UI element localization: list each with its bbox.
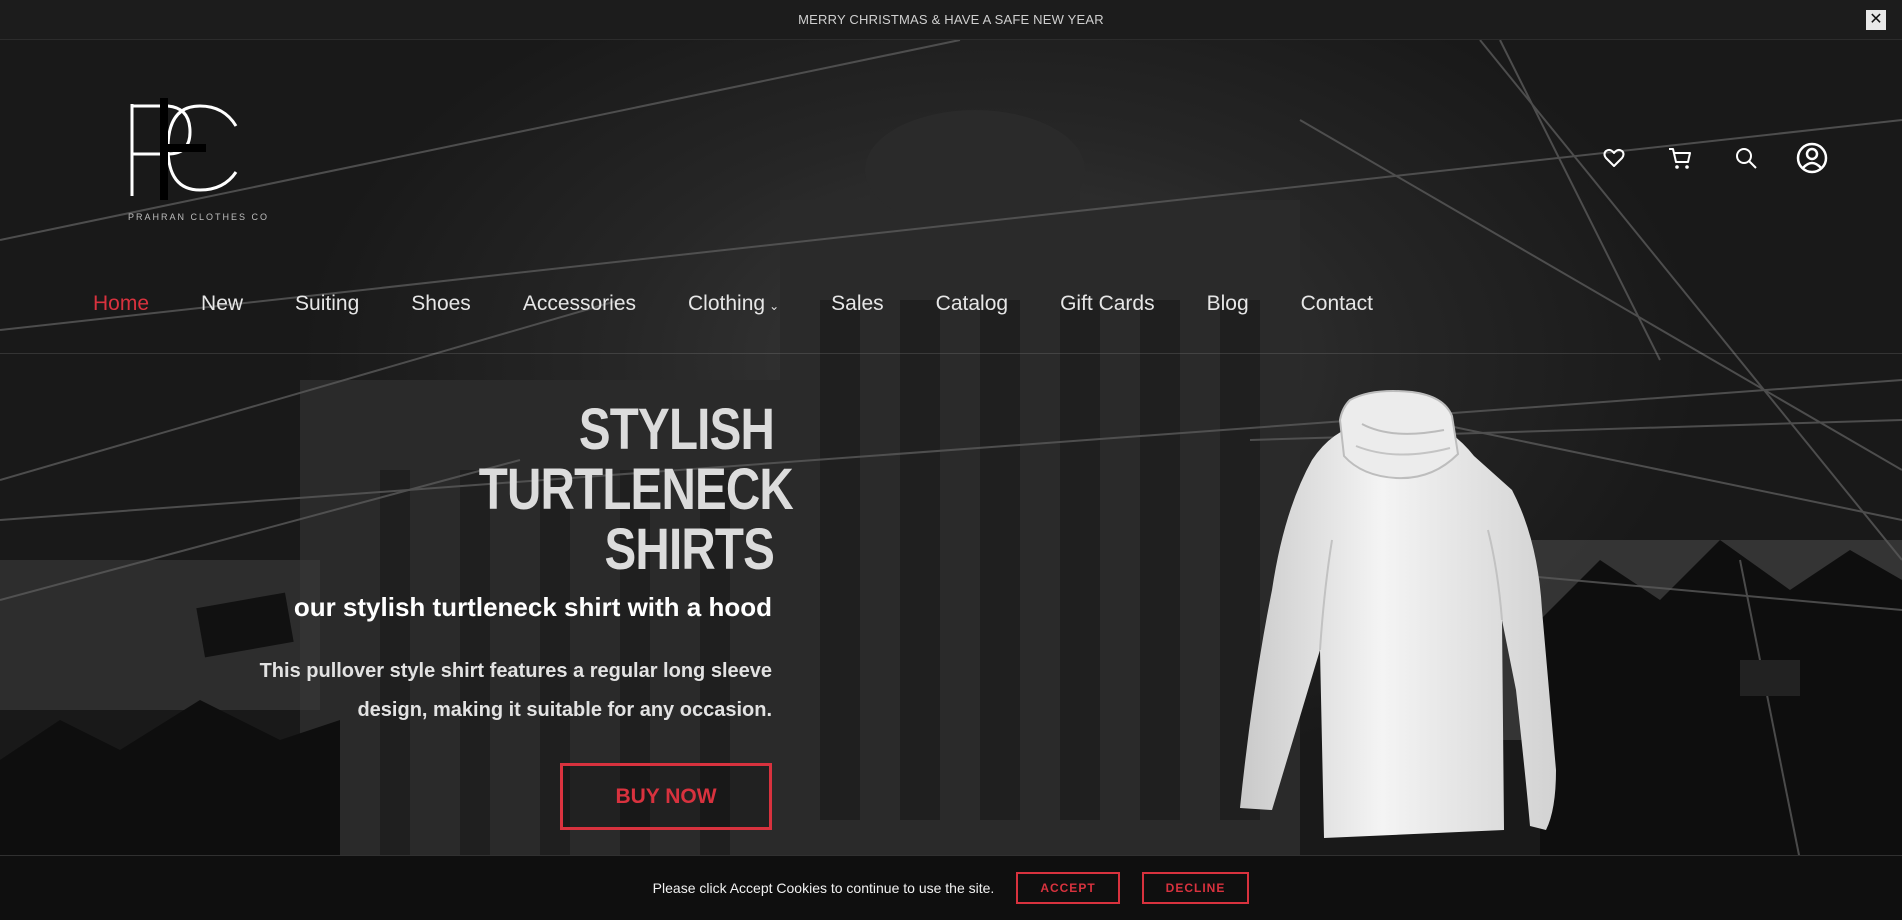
nav-item-gift-cards[interactable]: Gift Cards <box>1060 292 1155 316</box>
hero-subtitle: our stylish turtleneck shirt with a hood <box>293 592 772 622</box>
close-icon[interactable]: ✕ <box>1866 10 1886 30</box>
nav-item-suiting[interactable]: Suiting <box>295 292 359 316</box>
cart-icon[interactable] <box>1664 142 1696 174</box>
logo-mark-icon <box>130 98 238 200</box>
account-icon[interactable] <box>1796 142 1828 174</box>
nav-list: Home New Suiting Shoes Accessories Cloth… <box>93 292 1373 316</box>
chevron-down-icon: ⌄ <box>769 299 780 313</box>
brand-logo[interactable]: PRAHRAN CLOTHES CO <box>128 96 268 226</box>
announcement-bar: MERRY CHRISTMAS & HAVE A SAFE NEW YEAR ✕ <box>0 0 1902 40</box>
header-icons <box>1598 142 1828 174</box>
hero-description: This pullover style shirt features a reg… <box>259 660 772 721</box>
logo-caption: PRAHRAN CLOTHES CO <box>128 212 270 222</box>
nav-item-contact[interactable]: Contact <box>1301 292 1373 316</box>
main-navigation: Home New Suiting Shoes Accessories Cloth… <box>0 280 1902 354</box>
nav-item-sales[interactable]: Sales <box>831 292 884 316</box>
nav-item-clothing[interactable]: Clothing ⌄ <box>688 292 779 316</box>
hero-heading: STYLISH TURTLENECK SHIRTS <box>478 397 794 582</box>
hero-background-image <box>0 0 1902 920</box>
decline-cookies-button[interactable]: DECLINE <box>1141 872 1250 904</box>
nav-item-new[interactable]: New <box>201 292 243 316</box>
nav-item-blog[interactable]: Blog <box>1207 292 1249 316</box>
product-image-turtleneck[interactable] <box>1212 390 1572 850</box>
nav-item-home[interactable]: Home <box>93 292 149 316</box>
city-street-illustration <box>0 39 1902 861</box>
announcement-text: MERRY CHRISTMAS & HAVE A SAFE NEW YEAR <box>798 12 1104 27</box>
nav-item-accessories[interactable]: Accessories <box>523 292 636 316</box>
cookie-consent-bar: Please click Accept Cookies to continue … <box>0 855 1902 920</box>
nav-item-shoes[interactable]: Shoes <box>411 292 471 316</box>
buy-now-button[interactable]: BUY NOW <box>560 763 772 830</box>
heart-icon[interactable] <box>1598 142 1630 174</box>
search-icon[interactable] <box>1730 142 1762 174</box>
accept-cookies-button[interactable]: ACCEPT <box>1016 872 1120 904</box>
nav-item-catalog[interactable]: Catalog <box>936 292 1008 316</box>
cookie-message: Please click Accept Cookies to continue … <box>652 880 995 896</box>
